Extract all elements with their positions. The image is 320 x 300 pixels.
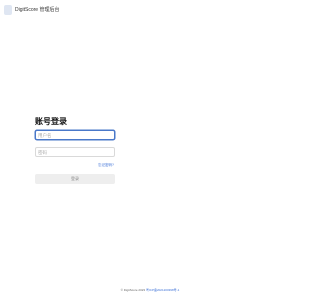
password-input[interactable] <box>35 147 115 157</box>
copyright-text: © DigitScore 2023 <box>120 288 146 292</box>
forgot-password-link[interactable]: 忘记密码? <box>98 163 114 168</box>
login-title: 账号登录 <box>35 117 67 126</box>
login-button[interactable]: 登录 <box>35 174 115 184</box>
logo-icon <box>4 5 12 15</box>
username-input[interactable] <box>35 130 115 140</box>
top-bar: DigitScore 管理后台 <box>0 0 300 22</box>
footer: © DigitScore 2023 粤ICP备2021200398号-1 <box>0 288 300 292</box>
icp-link[interactable]: 粤ICP备2021200398号-1 <box>146 288 179 292</box>
app-name: DigitScore 管理后台 <box>15 7 60 13</box>
